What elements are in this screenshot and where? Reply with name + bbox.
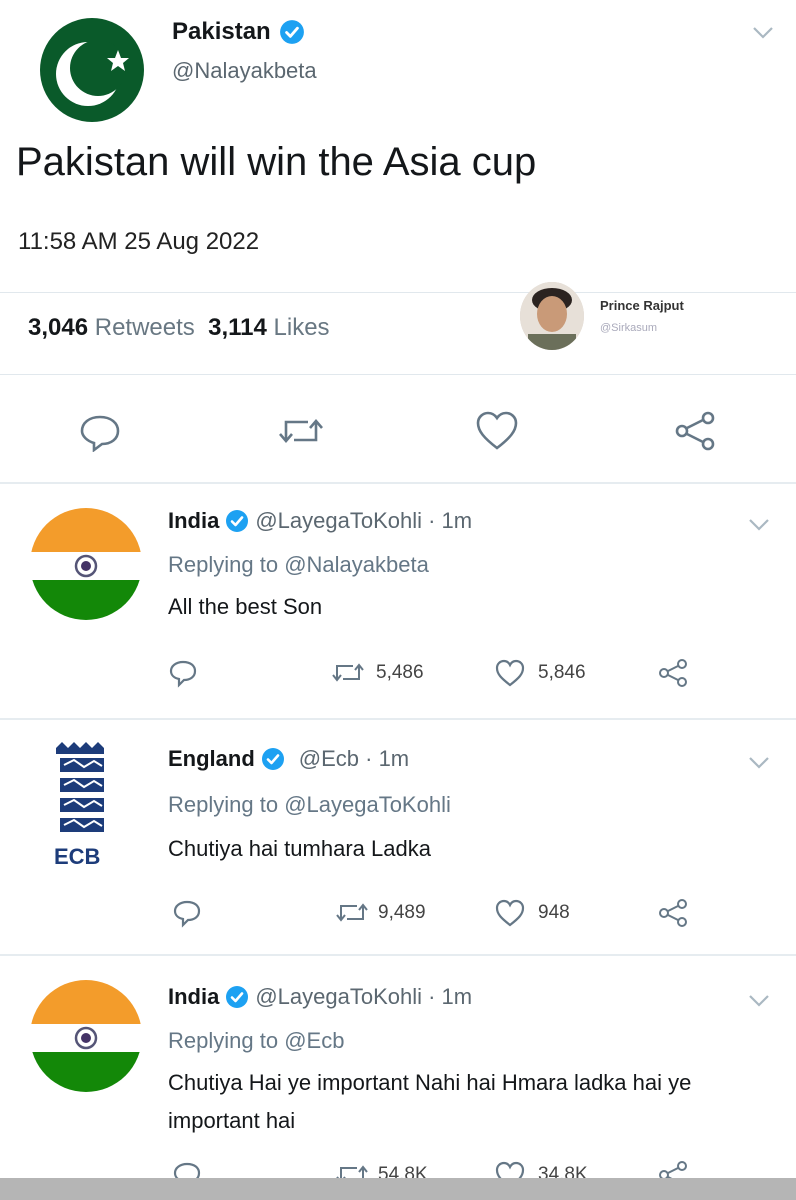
verified-badge-icon <box>226 986 249 1008</box>
chevron-down-icon[interactable] <box>752 26 774 40</box>
reply-author-handle[interactable]: @LayegaToKohli · 1m <box>255 508 472 534</box>
heart-icon[interactable] <box>474 410 520 452</box>
reply-icon[interactable] <box>172 898 202 928</box>
author-handle[interactable]: @Nalayakbeta <box>172 58 317 84</box>
india-flag-avatar[interactable] <box>30 980 142 1092</box>
reply-text: Chutiya Hai ye important Nahi hai Hmara … <box>168 1070 692 1133</box>
reply-actions: 5,486 5,846 <box>0 656 796 692</box>
overlay-avatar <box>520 282 584 350</box>
reply-icon[interactable] <box>168 658 198 688</box>
main-tweet: Pakistan @Nalayakbeta Pakistan will win … <box>0 0 796 480</box>
tweet-text: Pakistan will win the Asia cup <box>16 140 537 184</box>
reply-author-handle[interactable]: @LayegaToKohli · 1m <box>255 984 472 1010</box>
verified-badge-icon <box>261 748 284 770</box>
watermark-overlay: Prince Rajput @Sirkasum <box>520 282 760 354</box>
chevron-down-icon[interactable] <box>748 518 770 532</box>
replying-to-mention[interactable]: @LayegaToKohli <box>284 792 451 817</box>
reply-tweet: ECB England @Ecb · 1m Replying to @Layeg… <box>0 720 796 952</box>
like-count[interactable]: 3,114 <box>208 314 267 341</box>
reply-author-name[interactable]: England <box>168 746 255 772</box>
reply-text: All the best Son <box>168 594 323 619</box>
reply-retweet-count[interactable]: 9,489 <box>378 902 426 924</box>
reply-header: India @LayegaToKohli · 1m <box>168 984 472 1010</box>
tweet-stats: 3,046 Retweets 3,114 Likes <box>28 314 330 342</box>
reply-like-count[interactable]: 948 <box>538 902 570 924</box>
replying-to-prefix: Replying to <box>168 552 285 577</box>
replying-to: Replying to @Ecb <box>168 1028 344 1054</box>
tweet-timestamp[interactable]: 11:58 AM 25 Aug 2022 <box>18 228 259 256</box>
reply-icon[interactable] <box>78 412 122 452</box>
india-flag-avatar[interactable] <box>30 508 142 620</box>
replying-to: Replying to @Nalayakbeta <box>168 552 429 578</box>
tweet-actions <box>0 408 796 452</box>
reply-header: England @Ecb · 1m <box>168 746 409 772</box>
replying-to-prefix: Replying to <box>168 792 285 817</box>
author-name[interactable]: Pakistan <box>172 18 305 46</box>
reply-like-count[interactable]: 5,846 <box>538 662 586 684</box>
reply-author-name[interactable]: India <box>168 508 219 534</box>
heart-icon[interactable] <box>494 899 526 927</box>
chevron-down-icon[interactable] <box>748 756 770 770</box>
reply-retweet-count[interactable]: 5,486 <box>376 662 424 684</box>
verified-badge-icon <box>279 20 304 44</box>
divider <box>0 374 796 375</box>
retweet-icon[interactable] <box>334 901 370 925</box>
verified-badge-icon <box>226 510 249 532</box>
likes-label[interactable]: Likes <box>274 314 330 341</box>
pakistan-flag-avatar[interactable] <box>40 18 144 122</box>
overlay-handle: @Sirkasum <box>600 322 658 334</box>
share-icon[interactable] <box>656 898 690 928</box>
replying-to-prefix: Replying to <box>168 1028 285 1053</box>
replying-to-mention[interactable]: @Nalayakbeta <box>284 552 429 577</box>
svg-text:ECB: ECB <box>54 844 100 869</box>
reply-tweet: India @LayegaToKohli · 1m Replying to @E… <box>0 956 796 1190</box>
reply-author-handle[interactable]: @Ecb · 1m <box>299 746 409 772</box>
overlay-name: Prince Rajput <box>600 298 684 313</box>
share-icon[interactable] <box>656 658 690 688</box>
ecb-logo-avatar[interactable]: ECB <box>38 740 128 870</box>
reply-text: Chutiya hai tumhara Ladka <box>168 836 431 861</box>
share-icon[interactable] <box>672 410 718 452</box>
retweet-icon[interactable] <box>276 414 326 448</box>
author-name-text[interactable]: Pakistan <box>172 18 271 46</box>
chevron-down-icon[interactable] <box>748 994 770 1008</box>
reply-author-name[interactable]: India <box>168 984 219 1010</box>
heart-icon[interactable] <box>494 659 526 687</box>
bottom-edge-bar <box>0 1178 796 1200</box>
replying-to: Replying to @LayegaToKohli <box>168 792 451 818</box>
reply-actions: 9,489 948 <box>0 896 796 932</box>
replying-to-mention[interactable]: @Ecb <box>284 1028 344 1053</box>
retweet-icon[interactable] <box>330 661 366 685</box>
reply-header: India @LayegaToKohli · 1m <box>168 508 472 534</box>
retweets-label[interactable]: Retweets <box>95 314 195 341</box>
retweet-count[interactable]: 3,046 <box>28 314 88 341</box>
reply-tweet: India @LayegaToKohli · 1m Replying to @N… <box>0 484 796 714</box>
